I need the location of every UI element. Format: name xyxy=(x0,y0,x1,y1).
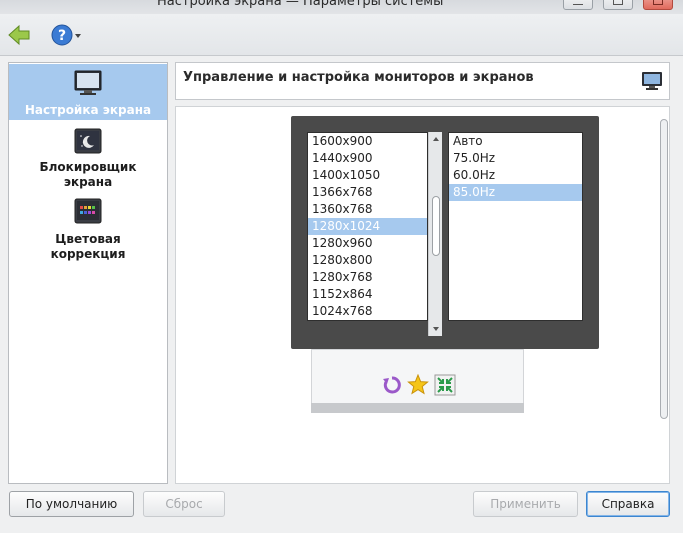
close-icon xyxy=(653,0,663,5)
maximize-icon xyxy=(613,0,623,5)
back-button[interactable] xyxy=(6,22,32,48)
toolbar: ? xyxy=(0,14,683,56)
resolution-item[interactable]: 1280x768 xyxy=(308,269,427,286)
resolution-item[interactable]: 1360x768 xyxy=(308,201,427,218)
help-button[interactable]: Справка xyxy=(586,491,670,517)
monitor-icon xyxy=(642,72,662,90)
resolution-list-scrollbar[interactable] xyxy=(428,132,442,336)
sidebar-item-color-correction[interactable]: Цветовая коррекция xyxy=(9,195,167,265)
sidebar-item-label-line2: экрана xyxy=(63,175,113,189)
resolution-item[interactable]: 1440x900 xyxy=(308,150,427,167)
sidebar-item-label-line1: Цветовая xyxy=(55,232,121,246)
content-scrollbar[interactable] xyxy=(660,119,668,419)
resolution-item[interactable]: 1600x900 xyxy=(308,133,427,150)
resolution-item[interactable]: 1152x864 xyxy=(308,286,427,303)
refresh-rate-item[interactable]: Авто xyxy=(449,133,582,150)
minimize-icon xyxy=(573,0,583,5)
resolution-item[interactable]: 1280x960 xyxy=(308,235,427,252)
svg-text:?: ? xyxy=(58,28,66,44)
resolution-item[interactable]: 1366x768 xyxy=(308,184,427,201)
help-menu-button[interactable]: ? xyxy=(50,22,84,48)
maximize-button[interactable] xyxy=(603,0,633,10)
fit-screen-icon[interactable] xyxy=(434,374,456,396)
resolution-item[interactable]: 1280x1024 xyxy=(308,218,427,235)
display-config-area: 1600x900 1440x900 1400x1050 1366x768 1360x76… xyxy=(175,106,670,484)
refresh-rate-item[interactable]: 60.0Hz xyxy=(449,167,582,184)
scroll-up-icon[interactable] xyxy=(429,134,443,144)
close-button[interactable] xyxy=(643,0,673,10)
sidebar-item-screen-locker[interactable]: Блокировщик экрана xyxy=(9,125,167,189)
scrollbar-thumb[interactable] xyxy=(432,196,440,256)
primary-star-icon[interactable] xyxy=(407,374,429,396)
monitor-stand-base xyxy=(311,403,524,413)
screen-lock-icon xyxy=(74,128,102,154)
refresh-rate-list[interactable]: Авто 75.0Hz 60.0Hz 85.0Hz xyxy=(448,132,583,321)
window-title: Настройка экрана — Параметры системы xyxy=(157,0,444,9)
resolution-item[interactable]: 1024x768 xyxy=(308,303,427,320)
back-arrow-icon xyxy=(8,24,30,46)
color-correction-icon xyxy=(74,198,102,224)
sidebar: Настройка экрана Блокировщик экрана Цвет… xyxy=(8,62,168,484)
apply-button[interactable]: Применить xyxy=(473,491,578,517)
resolution-item[interactable]: 1400x1050 xyxy=(308,167,427,184)
page-header: Управление и настройка мониторов и экран… xyxy=(175,62,670,100)
resolution-item[interactable]: 1280x800 xyxy=(308,252,427,269)
reset-button[interactable]: Сброс xyxy=(143,491,225,517)
page-title: Управление и настройка мониторов и экран… xyxy=(183,70,534,85)
refresh-rate-item[interactable]: 75.0Hz xyxy=(449,150,582,167)
sidebar-item-label: Настройка экрана xyxy=(24,103,152,117)
monitor-icon xyxy=(74,70,102,95)
title-bar: Настройка экрана — Параметры системы xyxy=(0,0,683,14)
defaults-button[interactable]: По умолчанию xyxy=(9,491,134,517)
sidebar-item-display[interactable]: Настройка экрана xyxy=(9,64,167,120)
sidebar-item-label-line1: Блокировщик xyxy=(39,160,137,174)
monitor-preview: 1600x900 1440x900 1400x1050 1366x768 1360x76… xyxy=(291,116,599,349)
rotate-icon[interactable] xyxy=(381,374,403,396)
sidebar-item-label-line2: коррекция xyxy=(50,247,126,261)
refresh-rate-item[interactable]: 85.0Hz xyxy=(449,184,582,201)
minimize-button[interactable] xyxy=(563,0,593,10)
resolution-list[interactable]: 1600x900 1440x900 1400x1050 1366x768 1360x76… xyxy=(307,132,428,321)
help-icon: ? xyxy=(51,24,81,46)
scroll-down-icon[interactable] xyxy=(429,324,443,334)
